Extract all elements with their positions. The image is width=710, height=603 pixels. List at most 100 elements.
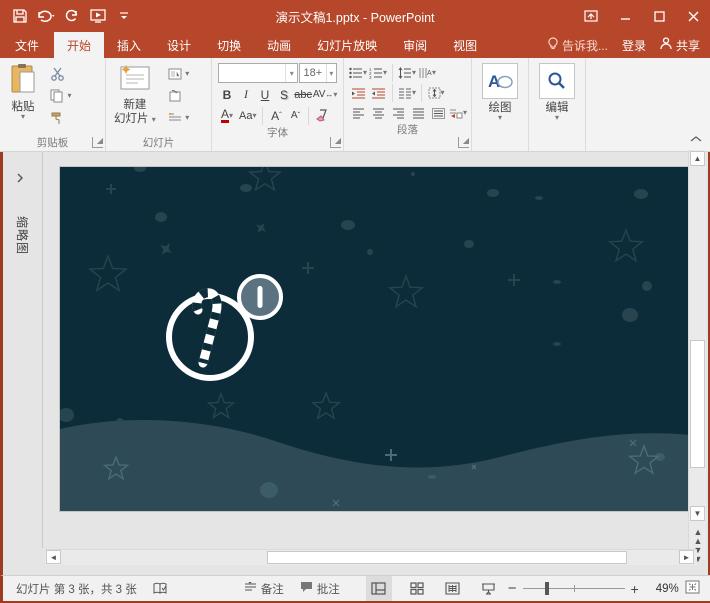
justify-icon[interactable] — [409, 104, 427, 122]
bold-button[interactable]: B — [218, 85, 236, 104]
character-spacing-button[interactable]: AV↔▾ — [313, 85, 337, 104]
font-color-button[interactable]: A▾ — [218, 106, 236, 125]
editing-button[interactable]: 编辑 ▾ — [533, 60, 581, 124]
layout-icon[interactable]: ▾ — [164, 64, 194, 84]
tab-transitions[interactable]: 切换 — [204, 32, 254, 58]
font-group: ▾ ▾ B I U S abc AV↔▾ A▾ Aa — [212, 58, 344, 151]
close-icon[interactable] — [676, 0, 710, 32]
start-slideshow-icon[interactable] — [86, 4, 110, 28]
chevron-down-icon[interactable]: ▾ — [326, 64, 336, 82]
share-button[interactable]: 共享 — [660, 37, 700, 54]
tab-insert[interactable]: 插入 — [104, 32, 154, 58]
zoom-slider[interactable] — [523, 588, 625, 589]
tab-view[interactable]: 视图 — [440, 32, 490, 58]
previous-slide-icon[interactable]: ▲▲ — [691, 528, 705, 546]
scroll-up-icon[interactable]: ▲ — [690, 151, 705, 166]
cut-icon[interactable] — [46, 64, 68, 84]
font-size-input[interactable] — [300, 64, 325, 82]
grow-font-button[interactable]: Aˆ — [267, 106, 285, 125]
text-direction-icon[interactable]: A▾ — [418, 64, 436, 82]
scroll-left-icon[interactable]: ◄ — [46, 550, 61, 564]
format-painter-icon[interactable] — [46, 108, 68, 128]
bullets-icon[interactable]: ▾ — [349, 64, 367, 82]
customize-qat-icon[interactable] — [112, 4, 136, 28]
tab-file[interactable]: 文件 — [0, 32, 54, 58]
slides-group: 新建幻灯片 ▾ ▾ ▾ 幻灯片 — [106, 58, 212, 151]
copy-icon[interactable]: ▾ — [46, 86, 76, 106]
chevron-down-icon[interactable]: ▾ — [285, 64, 298, 82]
align-center-icon[interactable] — [369, 104, 387, 122]
section-icon[interactable]: ▾ — [164, 108, 194, 128]
increase-indent-icon[interactable] — [369, 84, 387, 102]
strikethrough-button[interactable]: abc — [294, 85, 312, 104]
smartart-convert-icon[interactable]: ▾ — [449, 104, 467, 122]
columns-icon[interactable]: ▾ — [398, 84, 416, 102]
vertical-scrollbar-thumb[interactable] — [690, 340, 705, 468]
paste-button[interactable]: 粘贴 ▾ — [2, 60, 44, 123]
chevron-right-icon[interactable] — [16, 170, 24, 188]
minimize-icon[interactable] — [608, 0, 642, 32]
slide-indicator[interactable]: 幻灯片 第 3 张，共 3 张 — [8, 576, 145, 601]
undo-icon[interactable] — [34, 4, 58, 28]
normal-view-icon[interactable] — [366, 576, 392, 601]
reset-icon[interactable] — [164, 86, 186, 106]
zoom-slider-thumb[interactable] — [545, 582, 549, 595]
tab-home[interactable]: 开始 — [54, 32, 104, 58]
shrink-font-button[interactable]: Aˇ — [286, 106, 304, 125]
drawing-tools-icon: A — [482, 63, 518, 99]
maximize-icon[interactable] — [642, 0, 676, 32]
spellcheck-book-icon[interactable] — [145, 576, 176, 601]
font-name-combo[interactable]: ▾ — [218, 63, 298, 83]
slide-canvas[interactable] — [60, 167, 691, 511]
numbering-icon[interactable]: 123▾ — [369, 64, 387, 82]
scroll-down-icon[interactable]: ▼ — [690, 506, 705, 521]
align-text-icon[interactable]: ▾ — [427, 84, 445, 102]
horizontal-scrollbar-thumb[interactable] — [267, 551, 627, 564]
paste-icon — [8, 63, 38, 98]
font-name-input[interactable] — [219, 64, 285, 82]
vertical-scrollbar[interactable]: ▲ ▼ ▲▲ ▼▼ — [688, 150, 706, 560]
save-icon[interactable] — [8, 4, 32, 28]
tab-review[interactable]: 审阅 — [390, 32, 440, 58]
slide-artwork — [60, 167, 691, 511]
quick-access-toolbar — [0, 4, 136, 28]
slide-sorter-icon[interactable] — [404, 576, 430, 601]
reading-view-icon[interactable] — [440, 576, 466, 601]
chevron-down-icon: ▾ — [555, 115, 559, 121]
font-size-combo[interactable]: ▾ — [299, 63, 337, 83]
italic-button[interactable]: I — [237, 85, 255, 104]
paragraph-dialog-launcher[interactable]: ◢ — [458, 137, 469, 148]
collapse-ribbon-icon[interactable] — [690, 130, 702, 148]
clear-formatting-icon[interactable] — [313, 106, 331, 125]
zoom-out-icon[interactable]: − — [508, 580, 517, 597]
underline-button[interactable]: U — [256, 85, 274, 104]
line-spacing-icon[interactable]: ▾ — [398, 64, 416, 82]
svg-text:3: 3 — [369, 75, 372, 79]
tab-slideshow[interactable]: 幻灯片放映 — [304, 32, 390, 58]
horizontal-scrollbar[interactable]: ◄ ► — [45, 549, 697, 565]
scroll-right-icon[interactable]: ► — [679, 550, 694, 564]
tab-design[interactable]: 设计 — [154, 32, 204, 58]
new-slide-button[interactable]: 新建幻灯片 ▾ — [108, 60, 162, 130]
slideshow-icon[interactable] — [476, 576, 502, 601]
tab-animations[interactable]: 动画 — [254, 32, 304, 58]
thumbnail-pane-collapsed[interactable]: 缩略图 — [3, 152, 43, 548]
ribbon-display-options-icon[interactable] — [574, 0, 608, 32]
change-case-button[interactable]: Aa▾ — [237, 106, 258, 125]
distribute-icon[interactable] — [429, 104, 447, 122]
zoom-in-icon[interactable]: + — [631, 581, 639, 597]
tell-me-box[interactable]: 告诉我... — [548, 37, 608, 54]
align-left-icon[interactable] — [349, 104, 367, 122]
notes-button[interactable]: 备注 — [236, 576, 292, 601]
font-dialog-launcher[interactable]: ◢ — [330, 137, 341, 148]
drawing-button[interactable]: A 绘图 ▾ — [476, 60, 524, 124]
clipboard-dialog-launcher[interactable]: ◢ — [92, 137, 103, 148]
align-right-icon[interactable] — [389, 104, 407, 122]
text-shadow-button[interactable]: S — [275, 85, 293, 104]
redo-icon[interactable] — [60, 4, 84, 28]
comments-button[interactable]: 批注 — [292, 576, 348, 601]
fit-to-window-icon[interactable] — [685, 580, 700, 597]
sign-in-button[interactable]: 登录 — [622, 37, 646, 54]
zoom-percentage[interactable]: 49% — [645, 583, 679, 595]
decrease-indent-icon[interactable] — [349, 84, 367, 102]
